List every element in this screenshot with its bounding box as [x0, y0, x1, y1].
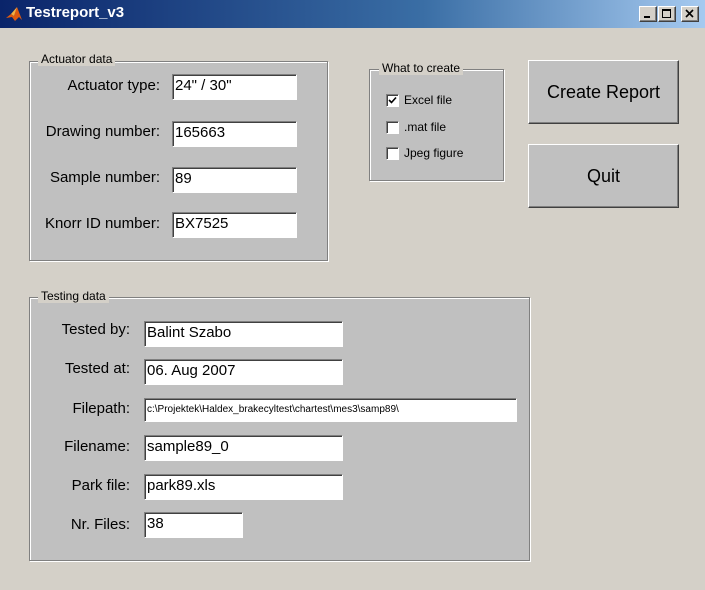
actuator-data-title: Actuator data — [38, 52, 116, 66]
nr-files-field[interactable]: 38 — [144, 512, 243, 538]
close-button[interactable] — [681, 6, 699, 22]
title-bar[interactable]: Testreport_v3 — [0, 0, 705, 28]
mat-file-label: .mat file — [404, 120, 447, 134]
figure-client-area: Actuator data Actuator type: 24" / 30" D… — [0, 28, 705, 590]
tested-by-label: Tested by: — [61, 321, 130, 338]
matlab-icon — [6, 7, 22, 21]
nr-files-label: Nr. Files: — [70, 516, 130, 533]
tested-at-field[interactable]: 06. Aug 2007 — [144, 359, 343, 385]
window-title: Testreport_v3 — [26, 4, 125, 21]
filepath-field[interactable]: c:\Projektek\Haldex_brakecyltest\chartes… — [144, 398, 517, 422]
minimize-icon — [644, 16, 650, 18]
knorr-id-label: Knorr ID number: — [44, 215, 160, 232]
maximize-button[interactable] — [658, 6, 676, 22]
filename-field[interactable]: sample89_0 — [144, 435, 343, 461]
jpeg-figure-option[interactable]: Jpeg figure — [386, 146, 463, 160]
drawing-number-label: Drawing number: — [45, 123, 160, 140]
actuator-type-field[interactable]: 24" / 30" — [172, 74, 297, 100]
testing-data-title: Testing data — [38, 289, 109, 303]
minimize-button[interactable] — [639, 6, 657, 22]
mat-file-option[interactable]: .mat file — [386, 120, 446, 134]
excel-file-checkbox[interactable] — [386, 93, 399, 107]
drawing-number-field[interactable]: 165663 — [172, 121, 297, 147]
actuator-type-label: Actuator type: — [67, 77, 160, 94]
park-file-label: Park file: — [71, 477, 130, 494]
quit-button[interactable]: Quit — [528, 144, 679, 208]
maximize-icon — [662, 9, 671, 18]
jpeg-figure-checkbox[interactable] — [386, 146, 399, 160]
park-file-field[interactable]: park89.xls — [144, 474, 343, 500]
checkmark-icon — [388, 96, 397, 104]
tested-by-field[interactable]: Balint Szabo — [144, 321, 343, 347]
excel-file-option[interactable]: Excel file — [386, 93, 452, 107]
close-icon — [685, 9, 694, 18]
what-to-create-title: What to create — [379, 61, 464, 75]
knorr-id-field[interactable]: BX7525 — [172, 212, 297, 238]
mat-file-checkbox[interactable] — [386, 120, 399, 134]
tested-at-label: Tested at: — [64, 360, 130, 377]
filename-label: Filename: — [64, 438, 130, 455]
excel-file-label: Excel file — [404, 93, 453, 107]
filepath-label: Filepath: — [72, 400, 130, 417]
create-report-button[interactable]: Create Report — [528, 60, 679, 124]
sample-number-label: Sample number: — [49, 169, 160, 186]
jpeg-figure-label: Jpeg figure — [404, 146, 464, 160]
sample-number-field[interactable]: 89 — [172, 167, 297, 193]
